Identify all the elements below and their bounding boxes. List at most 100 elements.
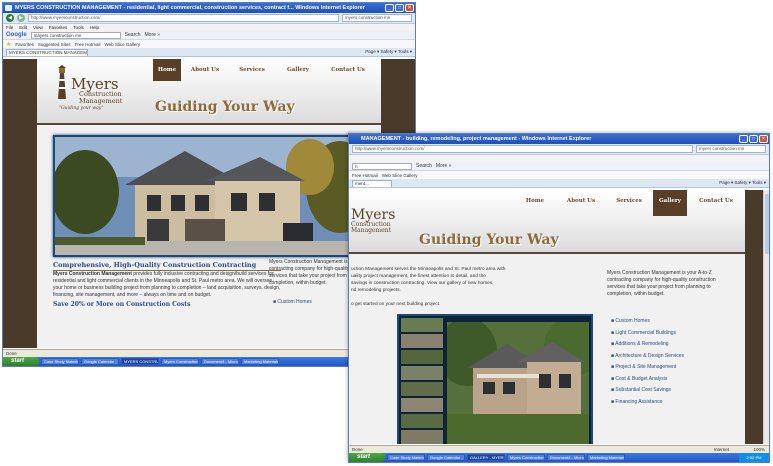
search-input[interactable]: myers construction mn (696, 145, 766, 153)
minimize-button[interactable]: _ (739, 135, 748, 143)
menu-favorites[interactable]: Favorites (49, 24, 68, 31)
command-bar[interactable]: Page ▾ Safety ▾ Tools ▾ (719, 180, 766, 186)
search-input[interactable]: myers construction mn (342, 14, 412, 22)
service-label: Project & Site Management (615, 364, 677, 370)
tab-strip: MYERS CONSTRUCTION MANAGEMENT - resident… (3, 48, 415, 57)
back-button[interactable]: ◀ (6, 14, 14, 22)
nav-services[interactable]: Services (605, 190, 653, 212)
taskbar-item[interactable]: Marketing Materials (241, 358, 279, 365)
taskbar-item[interactable]: Case Study Materials (41, 358, 79, 365)
tab-home[interactable]: MYERS CONSTRUCTION MANAGEMENT - resident… (6, 49, 88, 56)
gallery-thumbnail[interactable] (401, 318, 443, 332)
service-item[interactable]: ■ Project & Site Management (611, 362, 731, 374)
google-search-input[interactable]: mayers construction mn (30, 31, 121, 39)
google-toolbar: Google mayers construction mn Search Mor… (3, 31, 415, 40)
google-search-button[interactable]: Search (125, 32, 141, 38)
service-item[interactable]: ■ Cost & Budget Analysis (611, 374, 731, 386)
nav-home[interactable]: Home (153, 59, 181, 81)
taskbar-item[interactable]: GALLERY - MYERS C... (467, 454, 505, 461)
url-input[interactable]: http://www.myersconstruction.com/ (352, 145, 693, 153)
main-nav: Home About Us Services Gallery Contact U… (153, 59, 375, 81)
free-hotmail-link[interactable]: Free Hotmail (75, 42, 101, 47)
address-bar: ◀ ▶ http://www.myersconstruction.com/ my… (3, 13, 415, 24)
taskbar-item[interactable]: Marketing Materials (587, 454, 625, 461)
gallery-thumbnail[interactable] (401, 382, 443, 396)
service-label: Cost & Budget Analysis (615, 375, 668, 382)
main-nav: Home About Us Services Gallery Contact U… (513, 190, 745, 216)
gallery-thumbnail[interactable] (401, 334, 443, 348)
gallery-thumbnail[interactable] (401, 414, 443, 428)
menu-tools[interactable]: Tools (73, 24, 84, 31)
web-slice-link[interactable]: Web Slice Gallery (104, 42, 140, 47)
zoom-level[interactable]: 100% (753, 446, 765, 453)
tab-strip: ment... Page ▾ Safety ▾ Tools ▾ (349, 179, 769, 188)
service-item[interactable]: ■ Substantial Cost Savings (611, 385, 731, 397)
start-button[interactable]: start (349, 453, 385, 462)
taskbar-item[interactable]: Google Calendar - Wi... (81, 358, 119, 365)
site-header: Myers Construction Management Home About… (349, 190, 745, 254)
sidebar-list-item[interactable]: ■ Custom Homes (273, 299, 312, 305)
tab-gallery[interactable]: ment... (352, 180, 392, 187)
scrollbar-thumb[interactable] (765, 194, 769, 254)
maximize-button[interactable]: □ (749, 135, 758, 143)
cta-text[interactable]: o get started on your next building proj… (351, 302, 531, 307)
close-button[interactable]: × (405, 4, 414, 12)
suggested-sites-link[interactable]: Suggested Sites (38, 42, 71, 47)
system-clock[interactable]: 2:55 PM (739, 453, 769, 462)
forward-button[interactable]: ▶ (17, 14, 25, 22)
logo-title[interactable]: Myers (351, 208, 395, 222)
menu-edit[interactable]: Edit (19, 24, 27, 31)
command-bar[interactable]: Page ▾ Safety ▾ Tools ▾ (365, 49, 412, 55)
taskbar-item[interactable]: MYERS CONSTRUCTI... (121, 358, 159, 365)
url-input[interactable]: http://www.myersconstruction.com/ (28, 14, 339, 22)
nav-home[interactable]: Home (513, 190, 557, 212)
web-slice-link[interactable]: Web Slice Gallery (382, 173, 418, 178)
gallery-thumbnail[interactable] (401, 350, 443, 364)
logo-subtitle-2: Management (79, 97, 123, 105)
menu-view[interactable]: View (33, 24, 43, 31)
nav-services[interactable]: Services (229, 59, 275, 81)
window-titlebar[interactable]: MYERS CONSTRUCTION MANAGEMENT - resident… (3, 3, 415, 13)
google-more-link[interactable]: More » (436, 163, 452, 169)
favorites-button[interactable]: Favorites (15, 42, 34, 47)
service-item[interactable]: ■ Light Commercial Buildings (611, 328, 731, 340)
google-search-button[interactable]: Search (416, 163, 432, 169)
menu-help[interactable]: Help (90, 24, 99, 31)
taskbar-item[interactable]: Myers Construction I... (507, 454, 545, 461)
nav-contact-us[interactable]: Contact Us (687, 190, 745, 212)
maximize-button[interactable]: □ (395, 4, 404, 12)
gallery-thumbnail[interactable] (401, 398, 443, 412)
nav-about-us[interactable]: About Us (557, 190, 605, 212)
service-item[interactable]: ■ Financing Assistance (611, 397, 731, 409)
nav-gallery[interactable]: Gallery (275, 59, 321, 81)
window-title: MYERS CONSTRUCTION MANAGEMENT - resident… (15, 5, 365, 11)
taskbar-item[interactable]: Case Study Materials (387, 454, 425, 461)
google-more-link[interactable]: More » (145, 32, 161, 38)
intro-line: nd remodeling projects. (351, 288, 401, 293)
free-hotmail-link[interactable]: Free Hotmail (352, 173, 378, 178)
minimize-button[interactable]: _ (385, 4, 394, 12)
google-search-input[interactable]: n (352, 162, 412, 170)
service-item[interactable]: ■ Architecture & Design Services (611, 351, 731, 363)
taskbar-item[interactable]: Document4 - Microsof... (547, 454, 585, 461)
gallery-main-photo (447, 322, 589, 444)
address-bar: http://www.myersconstruction.com/ myers … (349, 144, 769, 155)
taskbar: start Case Study Materials Google Calend… (349, 453, 769, 462)
gallery-thumbnail[interactable] (401, 430, 443, 444)
menu-file[interactable]: File (6, 24, 13, 31)
start-button[interactable]: start (3, 357, 39, 366)
taskbar-item[interactable]: Google Calendar - Wi... (427, 454, 465, 461)
taskbar-item[interactable]: Document4 - Microsof... (201, 358, 239, 365)
tagline: Guiding Your Way (155, 99, 295, 115)
menu-bar: File Edit View Favorites Tools Help (3, 24, 415, 31)
window-titlebar[interactable]: MANAGEMENT - building, remodeling, proje… (349, 134, 769, 144)
service-item[interactable]: ■ Additions & Remodeling (611, 339, 731, 351)
taskbar-item[interactable]: Myers Construction I... (161, 358, 199, 365)
nav-contact-us[interactable]: Contact Us (321, 59, 375, 81)
nav-about-us[interactable]: About Us (181, 59, 229, 81)
vertical-scrollbar[interactable] (763, 190, 769, 444)
gallery-thumbnail[interactable] (401, 366, 443, 380)
nav-gallery[interactable]: Gallery (653, 190, 687, 216)
close-button[interactable]: × (759, 135, 768, 143)
service-item[interactable]: ■ Custom Homes (611, 316, 731, 328)
